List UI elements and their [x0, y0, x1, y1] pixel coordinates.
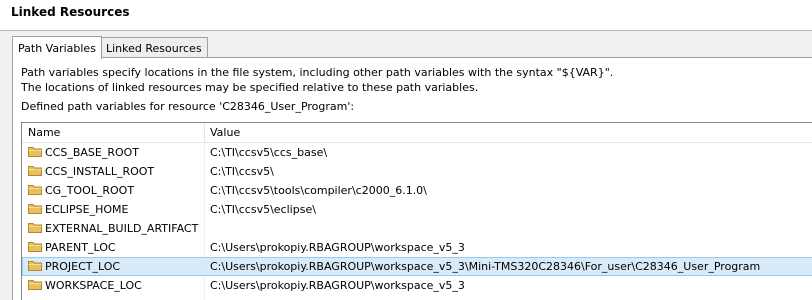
table-row[interactable]: PROJECT_LOC C:\Users\prokopiy.RBAGROUP\wo… — [22, 257, 812, 276]
tab-path-variables[interactable]: Path Variables — [12, 36, 102, 59]
variable-name: ECLIPSE_HOME — [45, 203, 129, 216]
variable-name: CCS_INSTALL_ROOT — [45, 165, 155, 178]
variable-name: EXTERNAL_BUILD_ARTIFACT — [45, 222, 199, 235]
section-header: Linked Resources — [0, 0, 812, 31]
folder-icon — [28, 241, 42, 252]
table-row[interactable]: ECLIPSE_HOME C:\TI\ccsv5\eclipse\ — [22, 200, 812, 219]
variable-name: PROJECT_LOC — [45, 260, 121, 273]
folder-icon — [28, 222, 42, 233]
folder-icon — [28, 260, 42, 271]
table-row[interactable]: CCS_INSTALL_ROOT C:\TI\ccsv5\ — [22, 162, 812, 181]
table-row[interactable]: EXTERNAL_BUILD_ARTIFACT — [22, 219, 812, 238]
table-row[interactable]: CG_TOOL_ROOT C:\TI\ccsv5\tools\compiler\c… — [22, 181, 812, 200]
column-header-name[interactable]: Name — [28, 126, 60, 139]
table-header: Name Value — [22, 123, 812, 143]
table-row[interactable]: PARENT_LOC C:\Users\prokopiy.RBAGROUP\wor… — [22, 238, 812, 257]
variable-value: C:\TI\ccsv5\tools\compiler\c2000_6.1.0\ — [210, 184, 427, 197]
folder-icon — [28, 184, 42, 195]
column-header-value[interactable]: Value — [210, 126, 240, 139]
variable-value: C:\TI\ccsv5\eclipse\ — [210, 203, 316, 216]
folder-icon — [28, 279, 42, 290]
variable-name: CCS_BASE_ROOT — [45, 146, 140, 159]
tab-bar: Path Variables Linked Resources — [0, 31, 812, 59]
folder-icon — [28, 203, 42, 214]
variable-name: CG_TOOL_ROOT — [45, 184, 135, 197]
variable-value: C:\TI\ccsv5\ccs_base\ — [210, 146, 328, 159]
table-caption: Defined path variables for resource 'C28… — [21, 100, 355, 113]
folder-icon — [28, 165, 42, 176]
tab-linked-resources[interactable]: Linked Resources — [100, 37, 208, 58]
variable-value: C:\Users\prokopiy.RBAGROUP\workspace_v5_… — [210, 279, 465, 292]
section-title: Linked Resources — [11, 5, 130, 19]
column-divider[interactable] — [204, 123, 205, 143]
description-line-2: The locations of linked resources may be… — [21, 81, 479, 94]
folder-icon — [28, 146, 42, 157]
variable-value: C:\Users\prokopiy.RBAGROUP\workspace_v5_… — [210, 241, 465, 254]
description-line-1: Path variables specify locations in the … — [21, 66, 614, 79]
variable-name: WORKSPACE_LOC — [45, 279, 142, 292]
path-variables-table: Name Value CCS_BASE_ROOT C:\TI\ccsv5\ccs_… — [21, 122, 812, 300]
variable-value: C:\TI\ccsv5\ — [210, 165, 274, 178]
table-row[interactable]: WORKSPACE_LOC C:\Users\prokopiy.RBAGROUP\… — [22, 276, 812, 295]
table-row[interactable]: CCS_BASE_ROOT C:\TI\ccsv5\ccs_base\ — [22, 143, 812, 162]
variable-name: PARENT_LOC — [45, 241, 116, 254]
variable-value: C:\Users\prokopiy.RBAGROUP\workspace_v5_… — [210, 260, 761, 273]
